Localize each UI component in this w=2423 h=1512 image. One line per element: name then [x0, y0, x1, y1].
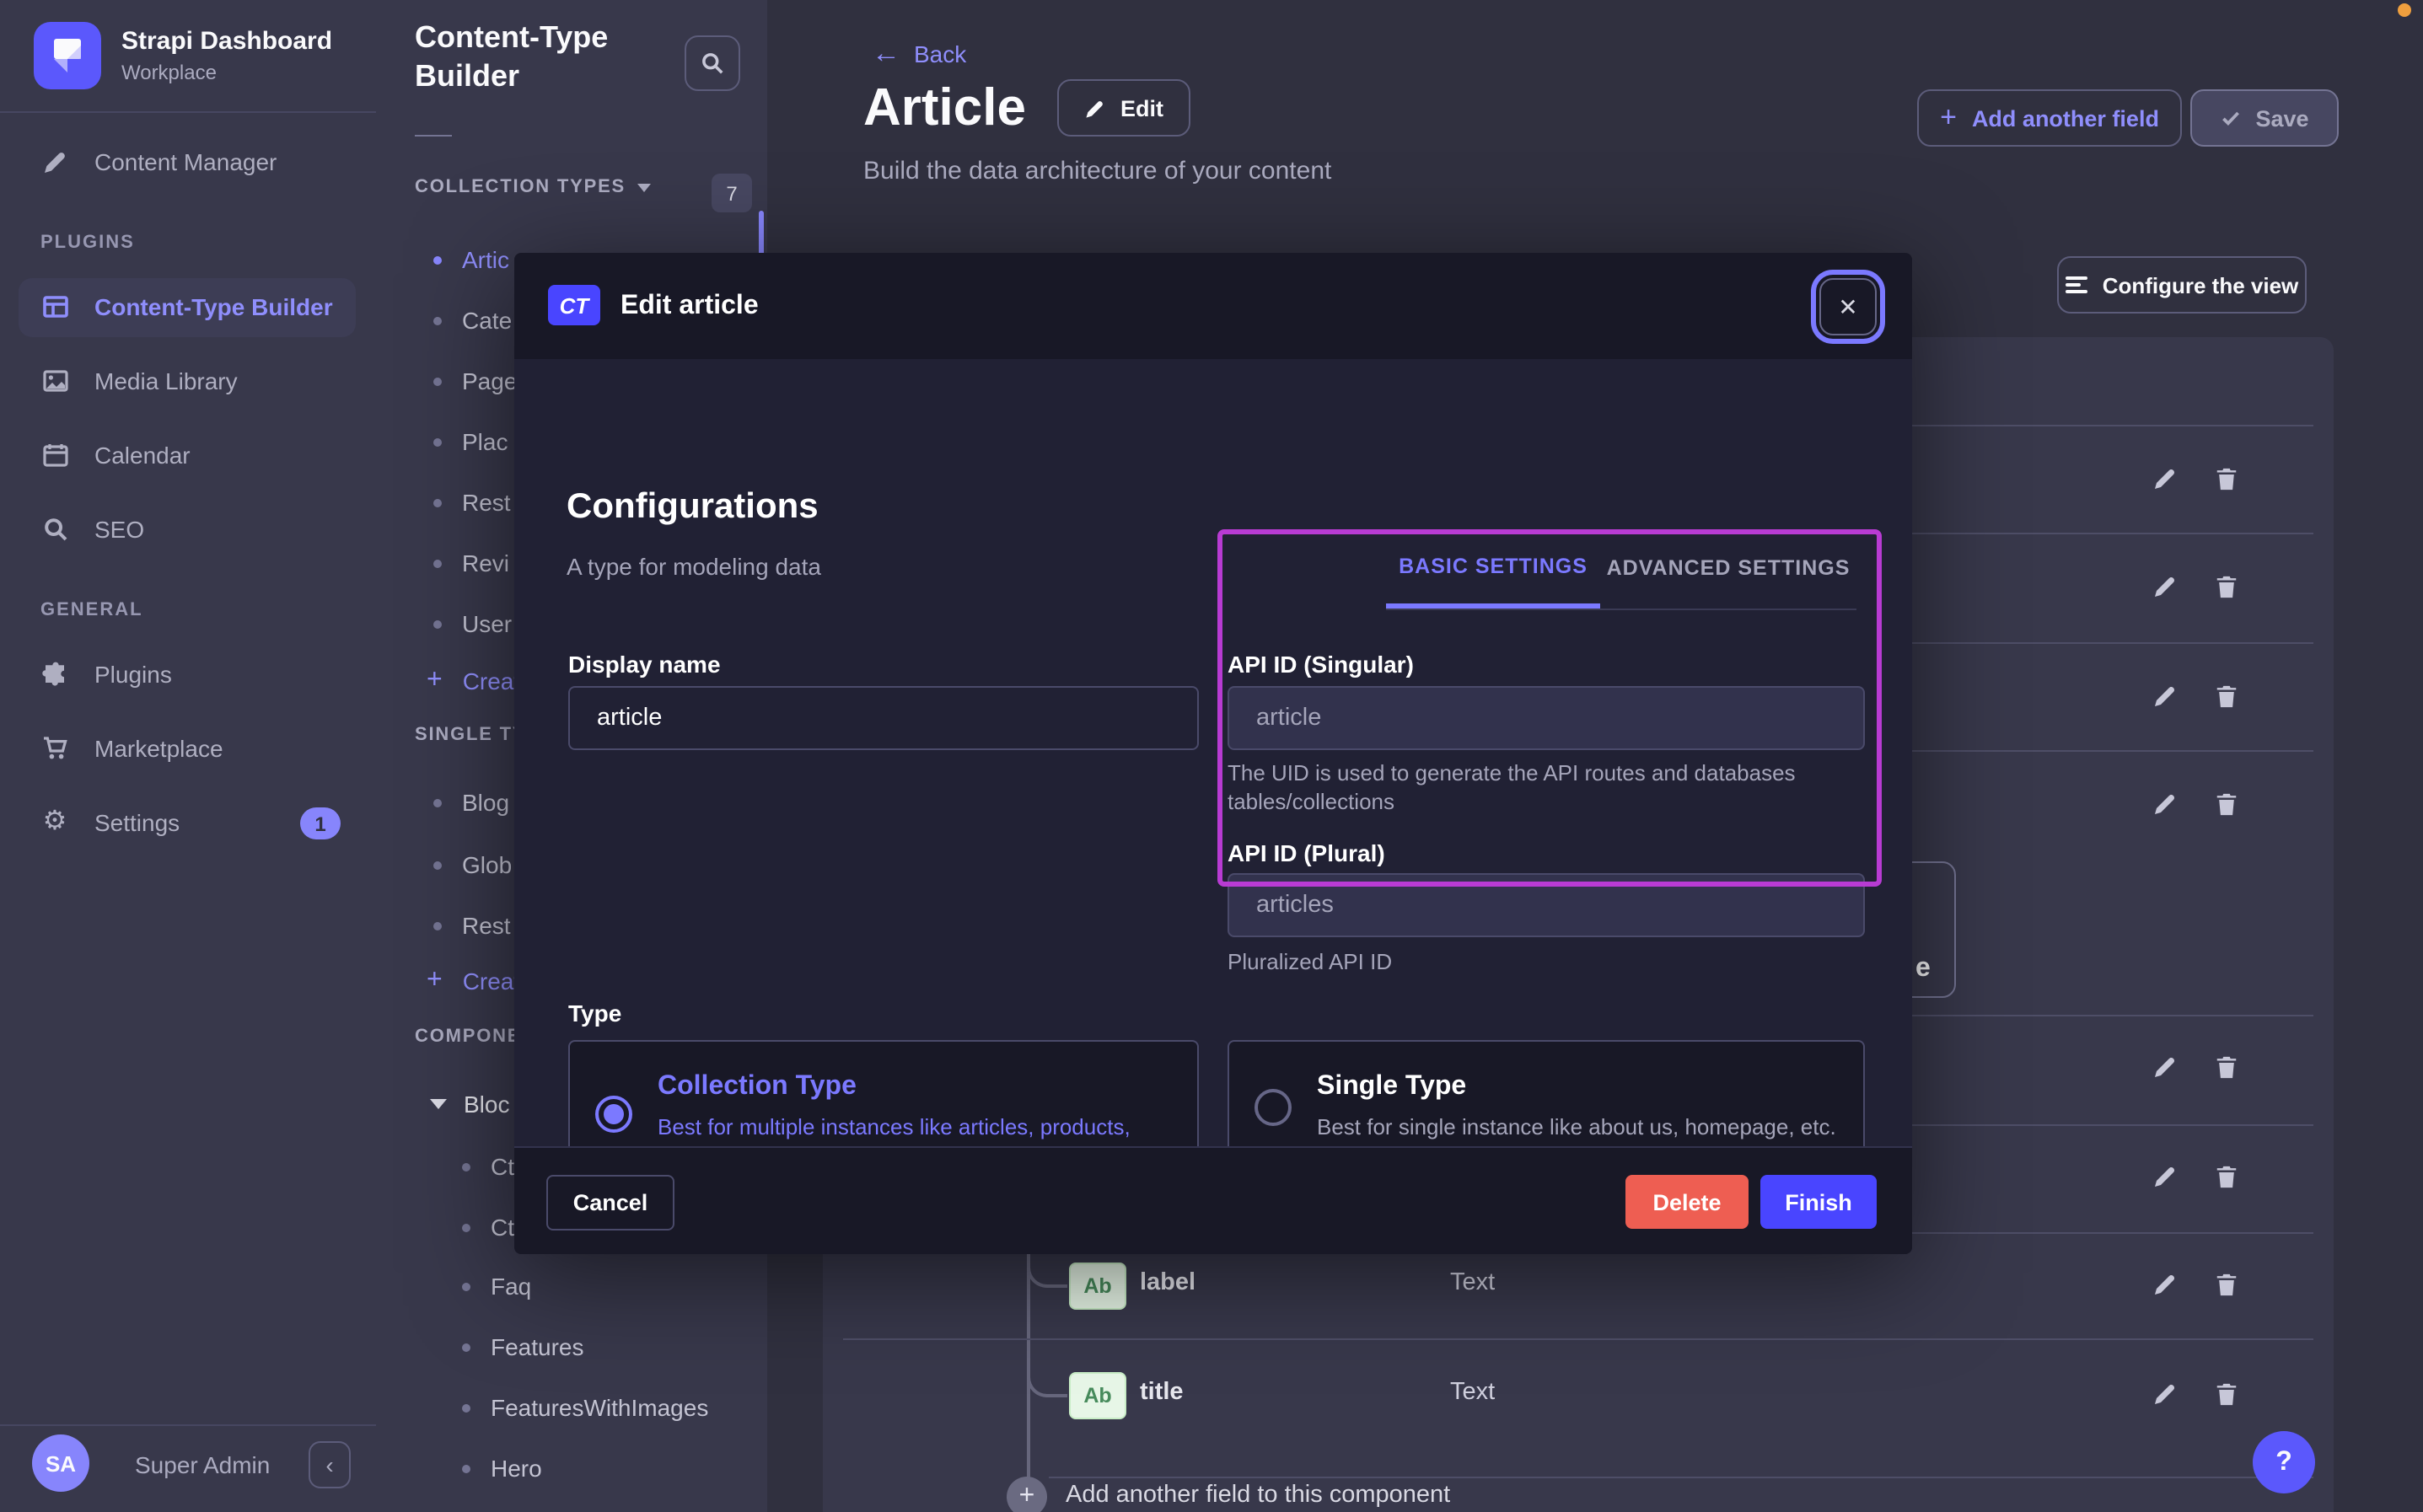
- modal-title: Edit article: [621, 292, 759, 322]
- modal-header: CT Edit article ✕: [514, 253, 1912, 361]
- radio-selected-icon[interactable]: [595, 1096, 632, 1133]
- delete-button[interactable]: Delete: [1625, 1175, 1749, 1229]
- close-button[interactable]: ✕: [1819, 278, 1877, 335]
- modal-footer: Cancel Delete Finish: [514, 1146, 1912, 1254]
- configurations-heading: Configurations: [567, 487, 819, 528]
- display-name-input[interactable]: article: [568, 686, 1199, 750]
- option-description: Best for single instance like about us, …: [1317, 1113, 1836, 1141]
- display-name-label: Display name: [568, 651, 1199, 678]
- app-window: Strapi Dashboard Workplace Content Manag…: [0, 0, 2423, 1512]
- edit-article-modal: CT Edit article ✕ Configurations A type …: [514, 253, 1912, 1252]
- option-title: Collection Type: [658, 1072, 857, 1102]
- configurations-subtitle: A type for modeling data: [567, 553, 821, 580]
- option-title: Single Type: [1317, 1072, 1466, 1102]
- annotation-highlight-box: [1217, 529, 1882, 887]
- api-id-plural-hint: Pluralized API ID: [1228, 947, 1865, 976]
- type-label: Type: [568, 1000, 1199, 1027]
- content-type-badge: CT: [548, 285, 600, 325]
- recording-indicator-icon: [2398, 3, 2411, 17]
- radio-unselected-icon[interactable]: [1254, 1089, 1292, 1126]
- cancel-button[interactable]: Cancel: [546, 1175, 674, 1231]
- finish-button[interactable]: Finish: [1760, 1175, 1877, 1229]
